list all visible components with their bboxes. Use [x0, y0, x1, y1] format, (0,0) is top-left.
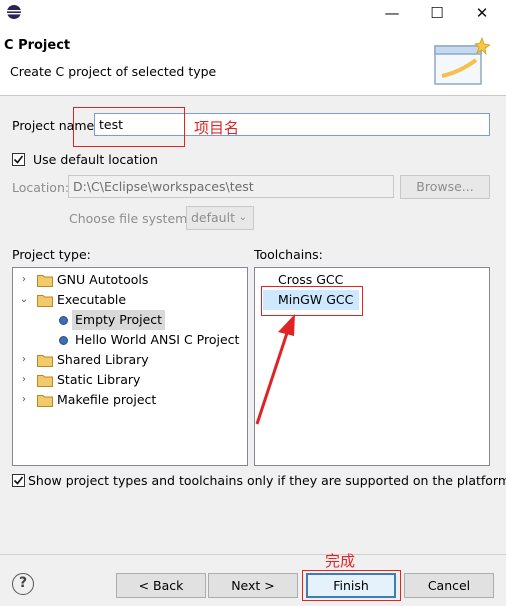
tree-item-label: Executable: [57, 292, 127, 307]
tree-item-executable[interactable]: ⌄ Executable: [13, 290, 245, 310]
page-title: C Project: [4, 38, 71, 53]
close-button[interactable]: ✕: [468, 2, 496, 24]
browse-button[interactable]: Browse...: [400, 175, 490, 199]
eclipse-icon: [7, 5, 21, 19]
tree-item-static-library[interactable]: › Static Library: [13, 370, 245, 390]
project-name-highlight: [73, 107, 185, 147]
folder-icon: [37, 275, 53, 287]
file-system-label: Choose file system:: [69, 211, 192, 226]
location-label: Location:: [12, 180, 70, 195]
title-bar: — ☐ ✕: [0, 0, 506, 26]
tree-item-hello-world-ansi-c-project[interactable]: Hello World ANSI C Project: [13, 330, 245, 350]
toolchains-label: Toolchains:: [254, 247, 323, 262]
minimize-button[interactable]: —: [378, 2, 406, 24]
folder-icon: [37, 395, 53, 407]
file-system-select[interactable]: default ⌄: [186, 206, 254, 230]
finish-highlight: [302, 570, 401, 601]
cancel-button[interactable]: Cancel: [404, 573, 494, 598]
checkmark-icon: [13, 476, 24, 485]
tree-item-label: Static Library: [57, 372, 141, 387]
tree-item-shared-library[interactable]: › Shared Library: [13, 350, 245, 370]
back-button[interactable]: < Back: [116, 573, 206, 598]
tree-item-gnu-autotools[interactable]: › GNU Autotools: [13, 270, 245, 290]
finish-annotation: 完成: [325, 552, 356, 570]
chevron-right-icon[interactable]: ›: [19, 350, 29, 370]
chevron-right-icon[interactable]: ›: [19, 270, 29, 290]
project-name-annotation: 项目名: [194, 119, 240, 137]
use-default-location-label: Use default location: [33, 152, 158, 167]
chevron-right-icon[interactable]: ›: [19, 370, 29, 390]
tree-item-label: Hello World ANSI C Project: [75, 332, 240, 347]
help-icon[interactable]: ?: [12, 573, 34, 595]
tree-item-makefile-project[interactable]: › Makefile project: [13, 390, 245, 410]
tree-item-empty-project[interactable]: Empty Project: [13, 310, 245, 330]
tree-item-label: Makefile project: [57, 392, 157, 407]
footer-separator: [0, 554, 506, 555]
chevron-down-icon: ⌄: [238, 212, 247, 223]
wizard-header: C Project Create C project of selected t…: [0, 26, 506, 96]
checkmark-icon: [13, 155, 24, 164]
filter-supported-checkbox[interactable]: [12, 474, 25, 487]
maximize-button[interactable]: ☐: [423, 2, 451, 24]
red-arrow-icon: [255, 314, 295, 425]
folder-icon: [37, 355, 53, 367]
folder-icon: [37, 375, 53, 387]
project-template-icon: [59, 336, 68, 345]
location-input[interactable]: [68, 175, 394, 198]
page-subtitle: Create C project of selected type: [10, 64, 217, 79]
tree-item-label: Shared Library: [57, 352, 149, 367]
folder-open-icon: [37, 295, 53, 307]
project-template-icon: [59, 316, 68, 325]
project-type-label: Project type:: [12, 247, 91, 262]
chevron-right-icon[interactable]: ›: [19, 390, 29, 410]
new-project-wizard-icon: [434, 36, 490, 85]
project-type-tree[interactable]: › GNU Autotools ⌄ Executable Empty Project He…: [12, 267, 248, 466]
tree-item-label: GNU Autotools: [57, 272, 149, 287]
tree-item-label: Empty Project: [72, 310, 166, 330]
chevron-down-icon[interactable]: ⌄: [19, 290, 29, 310]
next-button[interactable]: Next >: [208, 573, 298, 598]
file-system-value: default: [191, 210, 235, 225]
filter-supported-label: Show project types and toolchains only i…: [28, 473, 506, 488]
use-default-location-checkbox[interactable]: [12, 153, 25, 166]
